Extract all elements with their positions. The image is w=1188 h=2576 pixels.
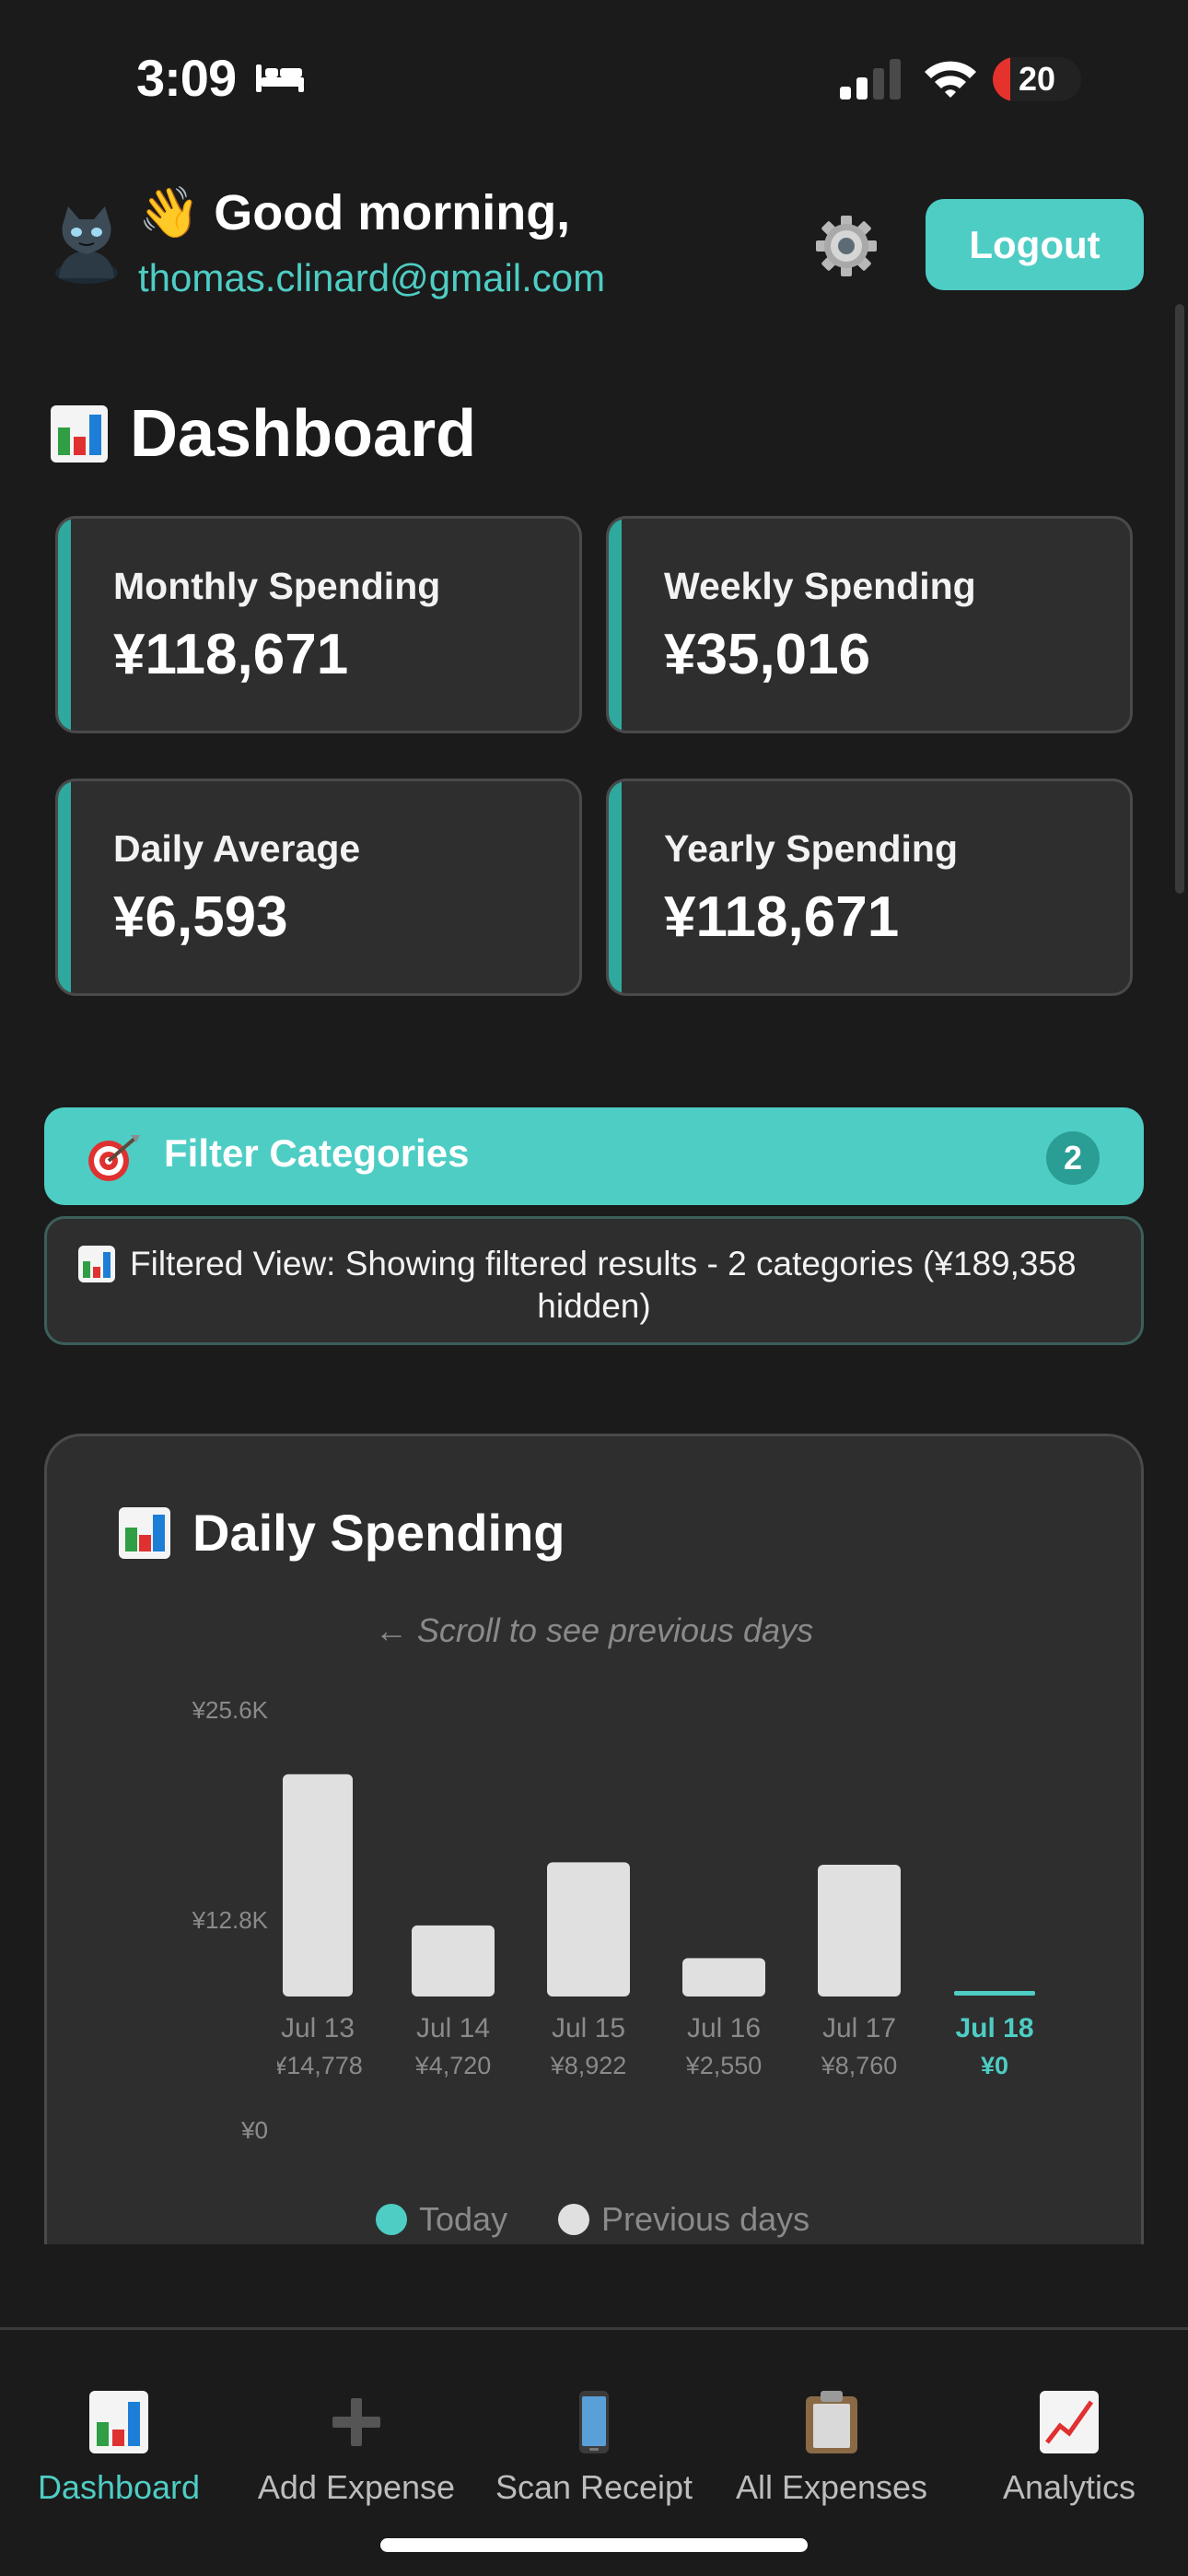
scroll-clip [47,1676,277,2081]
y-tick-label: ¥12.8K [192,1906,269,1934]
dashboard-heading: Dashboard [51,396,476,472]
daily-spending-heading: Daily Spending [119,1503,565,1563]
home-indicator[interactable] [380,2538,808,2552]
bar-value-label: ¥14,778 [272,2052,363,2079]
battery-percent: 20 [1018,60,1056,98]
clipboard-icon [806,2391,857,2453]
stat-value: ¥35,016 [664,623,871,686]
nav-label: Analytics [1002,2468,1136,2506]
app-screen: 3:09 20 👋 Good morning, thomas.clinard@g… [0,0,1188,2576]
section-title: Daily Spending [192,1504,565,1562]
greeting-text: 👋 Good morning, [138,185,571,240]
nav-item-dashboard[interactable]: Dashboard [0,2367,238,2506]
card-accent [609,781,622,993]
plus-icon [332,2398,380,2446]
filter-label: Filter Categories [164,1131,470,1175]
bar-value-label: ¥2,550 [685,2052,763,2079]
legend-swatch-today [376,2204,407,2235]
chart-bar [283,1774,353,1996]
stat-label: Weekly Spending [664,565,976,607]
nav-label: Add Expense [257,2468,456,2506]
scroll-hint: ← Scroll to see previous days [374,1611,814,1649]
stat-value: ¥6,593 [113,885,288,949]
x-tick-label: Jul 17 [822,2013,896,2043]
logout-button[interactable]: Logout [926,199,1144,290]
stat-value: ¥118,671 [664,885,900,949]
chart-bar [954,1991,1035,1996]
bar-value-label: ¥0 [981,2052,1008,2079]
legend-label: Today [419,2200,507,2238]
x-tick-label: Jul 15 [552,2013,625,2043]
stat-card-monthly[interactable]: Monthly Spending ¥118,671 [55,516,582,733]
phone-icon [579,2391,609,2453]
stat-value: ¥118,671 [113,623,349,686]
nav-item-analytics[interactable]: Analytics [950,2367,1188,2506]
user-email: thomas.clinard@gmail.com [138,256,606,299]
target-icon [88,1135,140,1181]
nav-label: Scan Receipt [495,2468,693,2506]
gear-icon[interactable] [814,214,879,278]
battery-indicator: 20 [993,57,1081,101]
stat-label: Yearly Spending [664,827,958,870]
avatar[interactable] [53,205,120,284]
x-tick-label: Jul 13 [281,2013,355,2043]
scrollbar-thumb[interactable] [1175,304,1184,894]
trend-chart-icon [1040,2391,1099,2453]
page-title: Dashboard [130,397,477,471]
bar-value-label: ¥8,760 [821,2052,898,2079]
card-accent [58,519,71,731]
bar-chart-icon [89,2391,148,2453]
nav-label: All Expenses [735,2468,928,2506]
stat-card-daily-average[interactable]: Daily Average ¥6,593 [55,779,582,996]
notice-first-line: Filtered View: Showing filtered results … [78,1245,1077,1283]
notice-text: Filtered View: Showing filtered results … [130,1245,1077,1282]
nav-item-add-expense[interactable]: Add Expense [238,2367,475,2506]
bar-value-label: ¥8,922 [550,2052,627,2079]
stat-card-weekly[interactable]: Weekly Spending ¥35,016 [606,516,1133,733]
chart-bar [682,1958,765,1996]
cellular-signal-icon [840,59,901,100]
chart-bar [547,1862,630,1996]
x-tick-label: Jul 18 [955,2013,1033,2043]
nav-item-all-expenses[interactable]: All Expenses [713,2367,950,2506]
x-tick-label: Jul 16 [687,2013,761,2043]
status-time: 3:09 [136,49,237,107]
filter-categories-button[interactable]: Filter Categories 2 [44,1107,1144,1205]
card-accent [58,781,71,993]
legend-swatch-previous [558,2204,589,2235]
x-tick-label: Jul 14 [416,2013,490,2043]
status-bar: 3:09 20 [0,0,1188,157]
filter-count-badge: 2 [1046,1131,1100,1185]
stat-label: Monthly Spending [113,565,441,607]
bar-value-label: ¥4,720 [414,2052,492,2079]
chart-bar [412,1925,495,1996]
y-tick-label: ¥0 [240,2116,268,2144]
notice-text-continued: hidden) [537,1287,651,1325]
stat-label: Daily Average [113,827,361,870]
bar-chart-icon [119,1506,170,1559]
bar-chart-icon [51,405,108,463]
stat-card-yearly[interactable]: Yearly Spending ¥118,671 [606,779,1133,996]
bar-chart-icon [78,1246,115,1282]
wifi-icon [925,61,976,98]
chart-bar [818,1864,901,1996]
y-tick-label: ¥25.6K [192,1696,269,1724]
legend-label: Previous days [601,2200,809,2238]
card-accent [609,519,622,731]
bed-icon [256,64,304,92]
daily-spending-chart[interactable]: ¥25.6K ¥12.8K ¥0 Jul 13 ¥14,778 Jul 14 ¥4,720 J… [47,1676,1144,2244]
filtered-view-notice: Filtered View: Showing filtered results … [44,1216,1144,1345]
daily-spending-card: Daily Spending ← Scroll to see previous … [44,1434,1144,2244]
nav-label: Dashboard [37,2468,201,2506]
nav-item-scan-receipt[interactable]: Scan Receipt [475,2367,713,2506]
